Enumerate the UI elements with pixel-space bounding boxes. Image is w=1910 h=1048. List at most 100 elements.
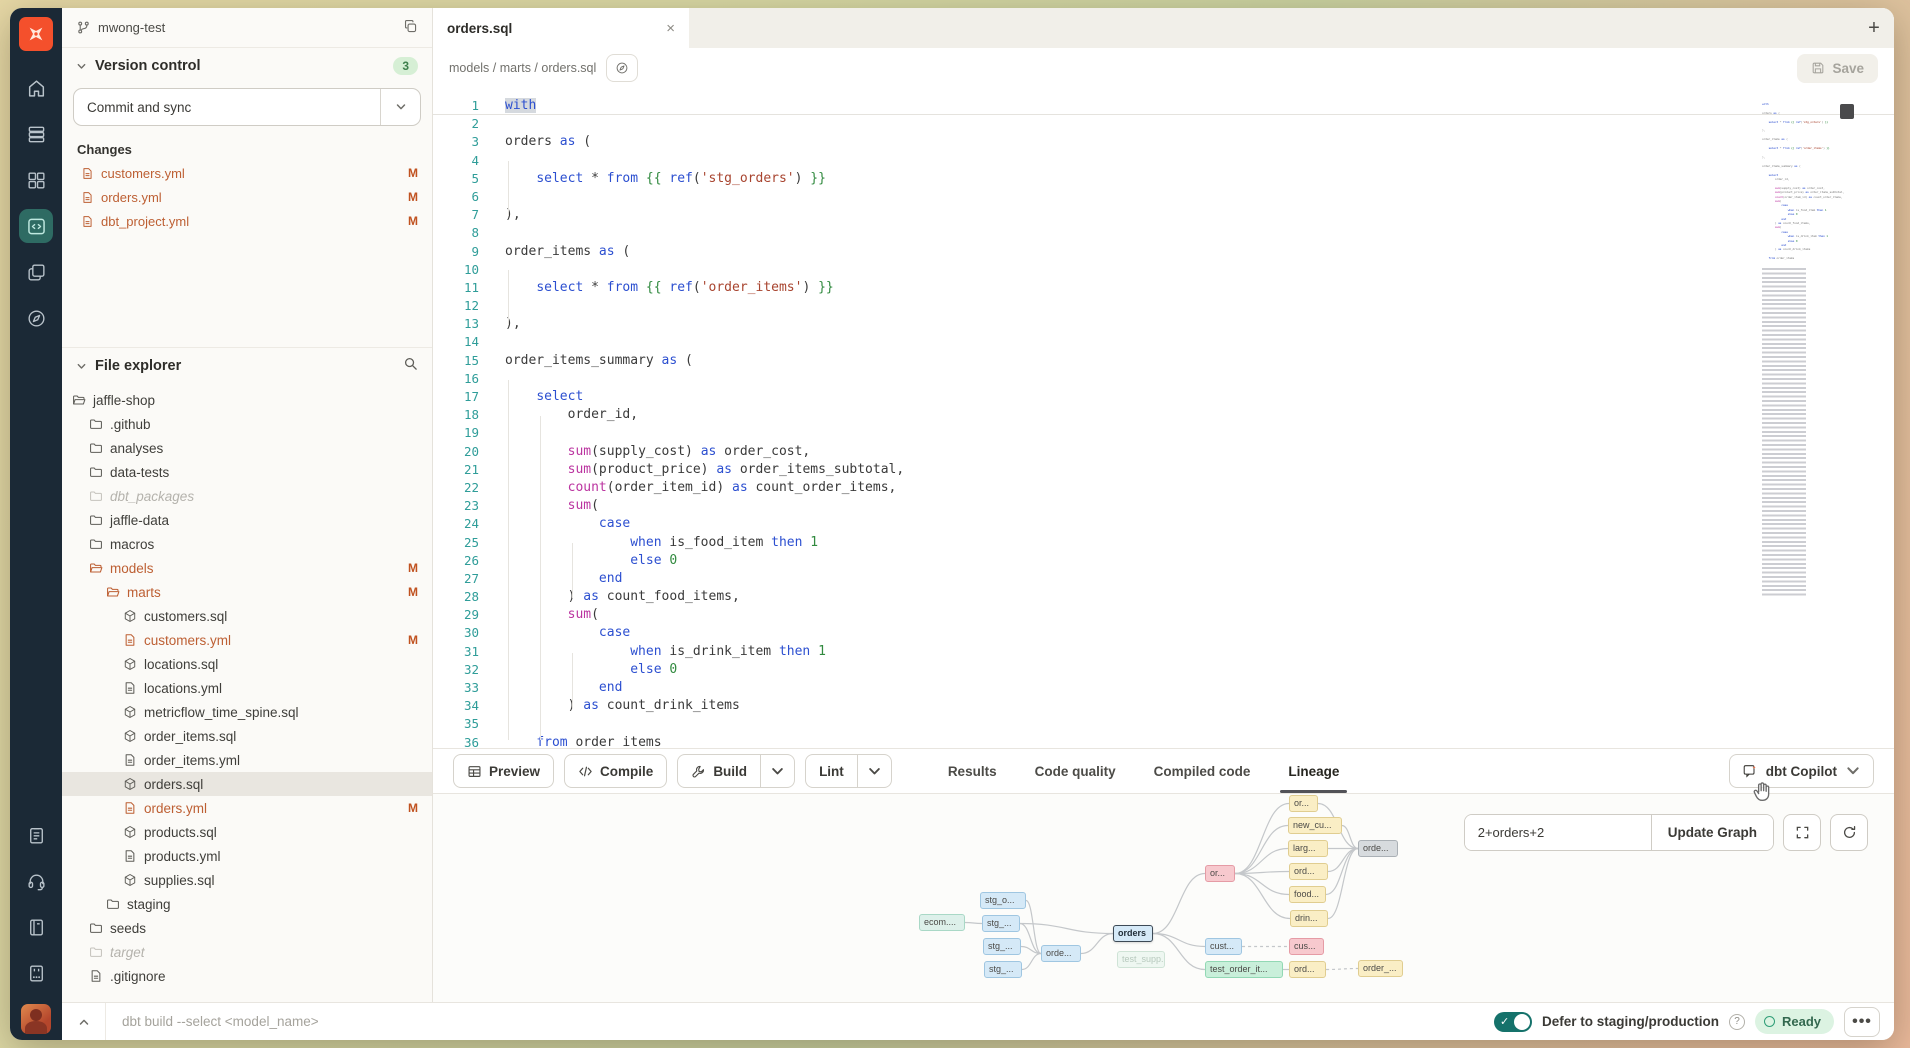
tab-orders-sql[interactable]: orders.sql × xyxy=(433,8,689,48)
build-button[interactable]: Build xyxy=(677,754,795,788)
tab-results[interactable]: Results xyxy=(948,764,997,779)
more-options-button[interactable]: ••• xyxy=(1844,1007,1880,1037)
explore-compass-icon[interactable] xyxy=(10,295,62,341)
dbt-logo-icon[interactable] xyxy=(19,17,53,51)
changelog-icon[interactable] xyxy=(10,950,62,996)
refresh-button[interactable] xyxy=(1830,814,1868,851)
code-line-11[interactable]: 11 select * from {{ ref('order_items') }… xyxy=(433,279,1894,297)
lineage-node-orpink[interactable]: or... xyxy=(1205,865,1235,882)
lineage-node-y6[interactable]: drin... xyxy=(1290,910,1328,927)
tree-item-seeds[interactable]: seeds xyxy=(62,916,432,940)
preview-button[interactable]: Preview xyxy=(453,754,554,788)
lineage-node-ecom[interactable]: ecom.... xyxy=(919,914,965,931)
code-line-20[interactable]: 20 sum(supply_cost) as order_cost, xyxy=(433,443,1894,461)
lint-button[interactable]: Lint xyxy=(805,754,892,788)
tree-item-staging[interactable]: staging xyxy=(62,892,432,916)
version-control-header[interactable]: Version control 3 xyxy=(62,48,432,84)
lineage-node-cusp[interactable]: cus... xyxy=(1289,938,1324,955)
dbt-copilot-button[interactable]: dbt Copilot xyxy=(1729,754,1874,788)
notebook-icon[interactable] xyxy=(10,812,62,858)
changed-file-row[interactable]: dbt_project.ymlM xyxy=(62,209,432,233)
command-input[interactable]: dbt build --select <model_name> xyxy=(106,1014,319,1029)
lineage-node-stg3[interactable]: stg_... xyxy=(983,938,1021,955)
code-line-15[interactable]: 15order_items_summary as ( xyxy=(433,352,1894,370)
code-line-31[interactable]: 31 when is_drink_item then 1 xyxy=(433,643,1894,661)
code-line-5[interactable]: 5 select * from {{ ref('stg_orders') }} xyxy=(433,170,1894,188)
tree-item-data-tests[interactable]: data-tests xyxy=(62,460,432,484)
apps-grid-icon[interactable] xyxy=(10,157,62,203)
tree-item-customers-sql[interactable]: customers.sql xyxy=(62,604,432,628)
changed-file-row[interactable]: customers.ymlM xyxy=(62,161,432,185)
code-line-13[interactable]: 13), xyxy=(433,315,1894,333)
tree-item-models[interactable]: modelsM xyxy=(62,556,432,580)
lineage-node-testsup[interactable]: test_supp... xyxy=(1117,951,1165,968)
code-line-33[interactable]: 33 end xyxy=(433,679,1894,697)
lineage-node-tgreen[interactable]: test_order_it... xyxy=(1205,961,1283,978)
lineage-node-y5[interactable]: food... xyxy=(1289,886,1326,903)
copy-icon[interactable] xyxy=(403,19,418,37)
code-line-18[interactable]: 18 order_id, xyxy=(433,406,1894,424)
code-line-28[interactable]: 28 ) as count_food_items, xyxy=(433,588,1894,606)
collapse-command-bar-button[interactable] xyxy=(62,1003,106,1040)
tree-item-marts[interactable]: martsM xyxy=(62,580,432,604)
code-line-16[interactable]: 16 xyxy=(433,370,1894,388)
help-icon[interactable]: ? xyxy=(1729,1014,1745,1030)
lineage-node-y3[interactable]: larg... xyxy=(1288,840,1328,857)
compile-button[interactable]: Compile xyxy=(564,754,667,788)
code-line-23[interactable]: 23 sum( xyxy=(433,497,1894,515)
lineage-node-y4[interactable]: ord... xyxy=(1289,863,1328,880)
code-line-2[interactable]: 2 xyxy=(433,115,1894,133)
code-line-1[interactable]: 1with xyxy=(433,97,1894,115)
code-line-32[interactable]: 32 else 0 xyxy=(433,661,1894,679)
tree-item-order-items-yml[interactable]: order_items.yml xyxy=(62,748,432,772)
code-line-3[interactable]: 3orders as ( xyxy=(433,133,1894,151)
code-line-25[interactable]: 25 when is_food_item then 1 xyxy=(433,534,1894,552)
commit-and-sync-button[interactable]: Commit and sync xyxy=(73,88,421,126)
fullscreen-button[interactable] xyxy=(1783,814,1821,851)
tree-item-products-sql[interactable]: products.sql xyxy=(62,820,432,844)
code-line-35[interactable]: 35 xyxy=(433,715,1894,733)
tree-item-target[interactable]: target xyxy=(62,940,432,964)
tree-item-macros[interactable]: macros xyxy=(62,532,432,556)
defer-toggle[interactable]: ✓ xyxy=(1494,1012,1532,1032)
develop-ide-icon[interactable] xyxy=(10,203,62,249)
orchestration-icon[interactable] xyxy=(10,249,62,295)
build-dropdown-caret[interactable] xyxy=(760,755,794,787)
lineage-selector-input[interactable] xyxy=(1465,815,1651,850)
lineage-node-orders[interactable]: orders xyxy=(1113,925,1153,942)
tree-item-supplies-sql[interactable]: supplies.sql xyxy=(62,868,432,892)
branch-name[interactable]: mwong-test xyxy=(98,20,165,35)
code-line-7[interactable]: 7), xyxy=(433,206,1894,224)
editor-scrollbar[interactable] xyxy=(1840,104,1854,119)
tab-code-quality[interactable]: Code quality xyxy=(1035,764,1116,779)
search-icon[interactable] xyxy=(403,356,418,376)
code-line-19[interactable]: 19 xyxy=(433,424,1894,442)
code-line-4[interactable]: 4 xyxy=(433,152,1894,170)
code-line-9[interactable]: 9order_items as ( xyxy=(433,243,1894,261)
save-button[interactable]: Save xyxy=(1797,54,1878,83)
tree-item-analyses[interactable]: analyses xyxy=(62,436,432,460)
lineage-node-y7[interactable]: ord... xyxy=(1289,961,1326,978)
tree-item-metricflow-time-spine-sql[interactable]: metricflow_time_spine.sql xyxy=(62,700,432,724)
lineage-node-stg1[interactable]: stg_o... xyxy=(980,892,1026,909)
tree-item-orders-sql[interactable]: orders.sql xyxy=(62,772,432,796)
explore-lineage-button[interactable] xyxy=(606,54,638,82)
deploy-stack-icon[interactable] xyxy=(10,111,62,157)
tree-item-locations-sql[interactable]: locations.sql xyxy=(62,652,432,676)
code-line-30[interactable]: 30 case xyxy=(433,624,1894,642)
code-line-34[interactable]: 34 ) as count_drink_items xyxy=(433,697,1894,715)
tab-lineage[interactable]: Lineage xyxy=(1288,764,1339,779)
lineage-node-stg2[interactable]: stg_... xyxy=(982,915,1020,932)
code-line-12[interactable]: 12 xyxy=(433,297,1894,315)
tree-item-orders-yml[interactable]: orders.ymlM xyxy=(62,796,432,820)
code-line-8[interactable]: 8 xyxy=(433,224,1894,242)
lineage-node-y1[interactable]: or... xyxy=(1289,795,1318,812)
tree-item-jaffle-shop[interactable]: jaffle-shop xyxy=(62,388,432,412)
tree-item-dbt-packages[interactable]: dbt_packages xyxy=(62,484,432,508)
tree-item-jaffle-data[interactable]: jaffle-data xyxy=(62,508,432,532)
home-icon[interactable] xyxy=(10,65,62,111)
update-graph-button[interactable]: Update Graph xyxy=(1651,815,1773,850)
code-line-29[interactable]: 29 sum( xyxy=(433,606,1894,624)
docs-book-icon[interactable] xyxy=(10,904,62,950)
tree-item-customers-yml[interactable]: customers.ymlM xyxy=(62,628,432,652)
